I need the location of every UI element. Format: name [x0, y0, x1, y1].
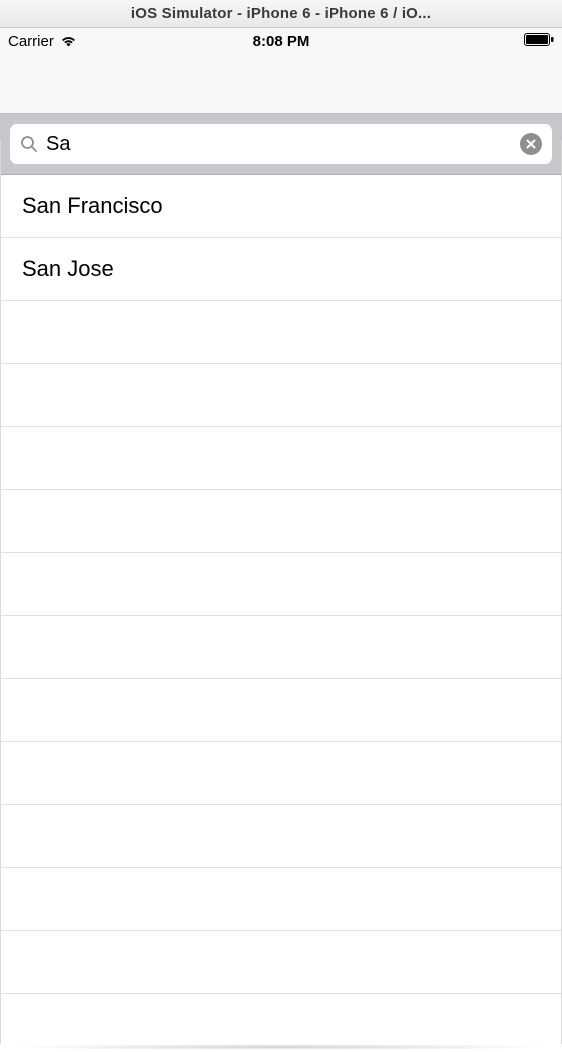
table-row: [0, 931, 562, 994]
carrier-label: Carrier: [8, 33, 54, 50]
wifi-icon: [60, 35, 77, 47]
table-row[interactable]: San Jose: [0, 238, 562, 301]
simulator-titlebar: iOS Simulator - iPhone 6 - iPhone 6 / iO…: [0, 0, 562, 28]
clear-search-button[interactable]: [520, 133, 542, 155]
table-row: [0, 742, 562, 805]
table-row: [0, 364, 562, 427]
results-table[interactable]: San Francisco San Jose: [0, 175, 562, 994]
status-bar: Carrier 8:08 PM: [0, 28, 562, 54]
simulator-title: iOS Simulator - iPhone 6 - iPhone 6 / iO…: [131, 5, 431, 22]
table-row: [0, 301, 562, 364]
frame-shadow: [6, 1044, 556, 1050]
result-label: San Jose: [22, 256, 114, 282]
result-label: San Francisco: [22, 193, 163, 219]
search-input[interactable]: [46, 133, 512, 156]
close-icon: [526, 137, 536, 152]
navigation-bar: [0, 54, 562, 114]
table-row: [0, 679, 562, 742]
clock-label: 8:08 PM: [253, 33, 310, 50]
table-row: [0, 616, 562, 679]
battery-icon: [524, 33, 554, 50]
table-row: [0, 553, 562, 616]
search-icon: [20, 135, 38, 153]
table-row: [0, 868, 562, 931]
search-field[interactable]: [10, 124, 552, 164]
table-row: [0, 805, 562, 868]
table-row[interactable]: San Francisco: [0, 175, 562, 238]
table-row: [0, 427, 562, 490]
frame-edge-left: [0, 140, 1, 1044]
table-row: [0, 490, 562, 553]
search-bar: [0, 114, 562, 175]
